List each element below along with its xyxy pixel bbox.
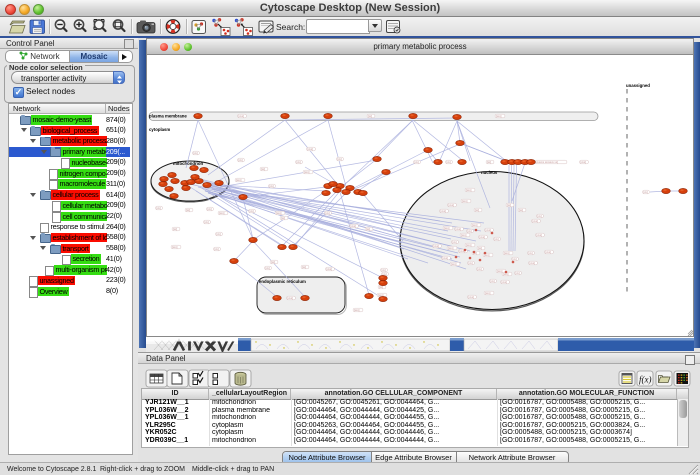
svg-text:f(x): f(x) [639,375,652,385]
svg-text:[xx]: [xx] [281,216,285,220]
svg-text:[xx]: [xx] [519,208,523,212]
svg-text:[xx]: [xx] [208,207,212,211]
svg-text:[xxx]: [xxx] [466,188,472,192]
svg-text:[xxx]: [xxx] [441,209,447,213]
svg-text:[xx]: [xx] [495,237,499,241]
svg-text:[xxx]: [xxx] [530,261,536,265]
svg-text:[xx]: [xx] [217,232,221,236]
svg-text:[xxx]: [xxx] [546,250,552,254]
svg-text:[xxx]: [xxx] [172,245,178,249]
svg-text:[xx]: [xx] [186,208,190,212]
svg-text:[xx]: [xx] [538,214,542,218]
svg-text:[xx]: [xx] [447,160,451,164]
svg-text:[xxx]: [xxx] [504,251,510,255]
svg-text:[xxx]: [xxx] [537,233,543,237]
svg-text:[xx]: [xx] [205,220,209,224]
svg-text:[xx]: [xx] [302,265,306,269]
svg-text:unassigned: unassigned [626,83,650,88]
svg-text:[xx]: [xx] [250,209,254,213]
svg-text:[xx]: [xx] [491,279,495,283]
svg-text:[xx]: [xx] [382,268,386,272]
svg-text:[xx]: [xx] [215,247,219,251]
svg-text:[xx]: [xx] [507,203,511,207]
svg-text:[xx]: [xx] [173,227,177,231]
svg-text:[xxxxxx xxxxxxx xx]: [xxxxxx xxxxxxx xx] [536,160,559,164]
svg-text:[xxx]: [xxx] [308,147,314,151]
svg-text:[xx]: [xx] [261,167,265,171]
svg-text:[xxx]: [xxx] [327,267,333,271]
svg-text:[xxx]: [xxx] [304,170,310,174]
svg-text:cytoplasm: cytoplasm [149,127,170,132]
svg-text:[xx]: [xx] [157,206,161,210]
svg-text:[xx]: [xx] [366,227,370,231]
svg-text:[xxx]: [xxx] [456,227,462,231]
svg-text:[xx]: [xx] [516,271,520,275]
svg-text:[xxx]: [xxx] [351,224,357,228]
svg-text:plasma membrane: plasma membrane [149,114,187,119]
svg-text:[xx]: [xx] [475,208,479,212]
svg-text:[xxx]: [xxx] [448,246,454,250]
svg-text:[xx]: [xx] [194,151,198,155]
svg-text:[xxx]: [xxx] [485,291,491,295]
svg-text:[xx]: [xx] [513,257,517,261]
svg-text:[xx]: [xx] [297,160,301,164]
svg-text:[xxx]: [xxx] [472,223,478,227]
svg-text:[xxx]: [xxx] [443,256,449,260]
svg-text:[xx]: [xx] [644,190,648,194]
svg-text:[xx]: [xx] [338,157,342,161]
svg-text:[xxx]: [xxx] [444,226,450,230]
svg-text:[xxx]: [xxx] [462,199,468,203]
svg-text:[xx]: [xx] [453,240,457,244]
svg-text:[xx]: [xx] [487,160,491,164]
svg-text:[xxx]: [xxx] [451,262,457,266]
svg-text:nucleus: nucleus [481,170,498,175]
svg-text:endoplasmic reticulum: endoplasmic reticulum [259,279,306,284]
svg-text:[xxx]: [xxx] [236,178,242,182]
svg-text:[xx]: [xx] [469,261,473,265]
svg-text:[xxx]: [xxx] [480,235,486,239]
svg-text:[xx]: [xx] [326,211,330,215]
svg-text:[xxx]: [xxx] [496,114,502,118]
svg-text:[xxx]: [xxx] [466,243,472,247]
svg-text:[xxx]: [xxx] [434,244,440,248]
svg-text:[xx]: [xx] [368,114,372,118]
svg-text:[xxx]: [xxx] [581,160,587,164]
svg-text:[xx]: [xx] [478,267,482,271]
svg-text:[xxx]: [xxx] [469,295,475,299]
svg-text:[xx]: [xx] [529,251,533,255]
svg-text:[xx]: [xx] [266,266,270,270]
svg-text:[xxx]: [xxx] [449,203,455,207]
svg-text:[xxx]: [xxx] [219,211,225,215]
svg-text:[xx]: [xx] [239,158,243,162]
svg-text:[xxx]: [xxx] [497,269,503,273]
svg-text:[xx]: [xx] [478,246,482,250]
svg-text:[xx]: [xx] [468,229,472,233]
svg-text:[xxx]: [xxx] [533,219,539,223]
svg-text:mitochondrion: mitochondrion [173,161,203,166]
svg-text:[xxx]: [xxx] [354,308,360,312]
svg-text:[xx]: [xx] [270,184,274,188]
svg-text:[xxx]: [xxx] [461,233,467,237]
svg-text:[xxx]: [xxx] [486,228,492,232]
svg-text:[xxx]: [xxx] [239,114,245,118]
svg-text:[xxx]: [xxx] [276,211,282,215]
svg-text:[xx]: [xx] [271,260,275,264]
svg-text:[xxx]: [xxx] [502,280,508,284]
svg-text:[xx]: [xx] [415,160,419,164]
svg-text:[xxx]: [xxx] [288,296,294,300]
